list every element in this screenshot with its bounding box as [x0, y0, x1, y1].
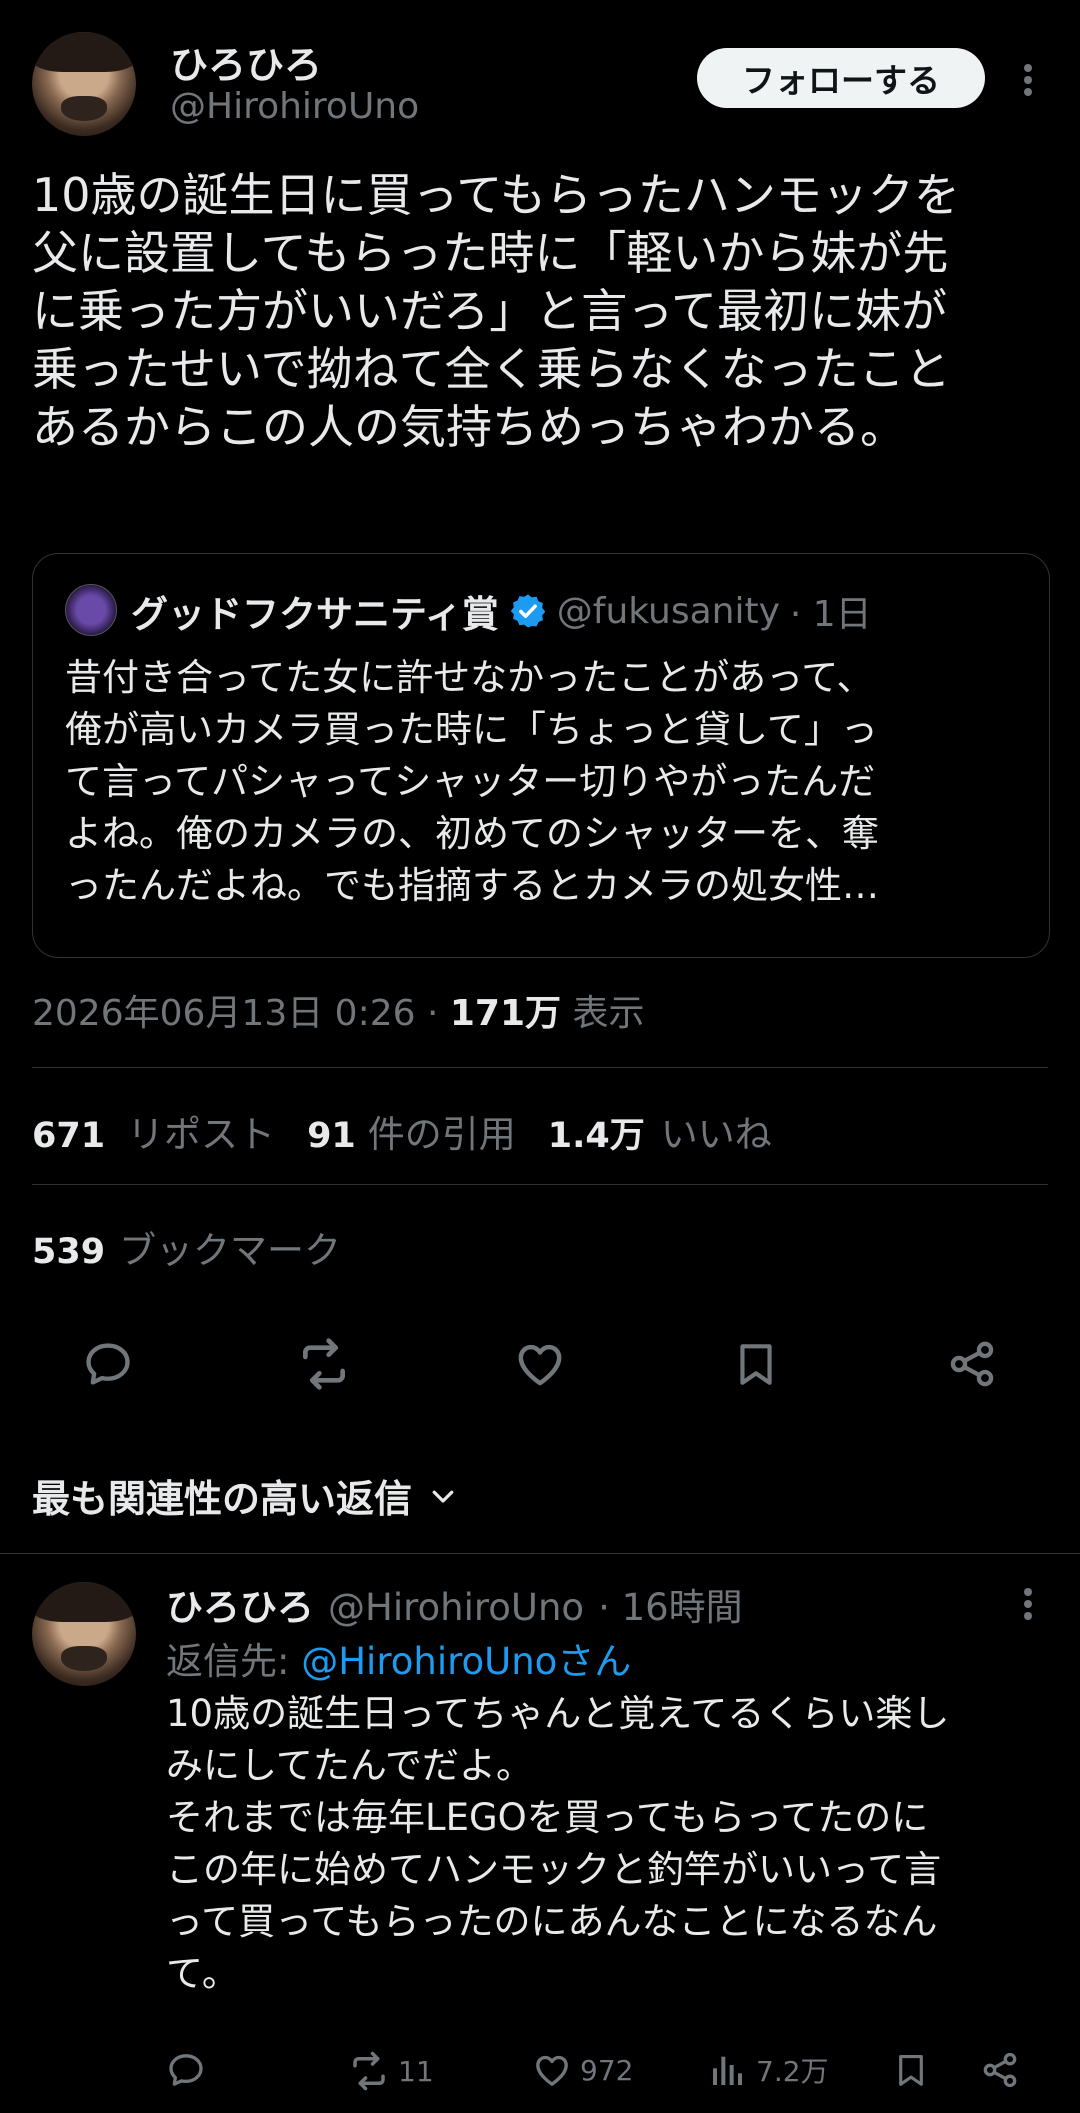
reply-like-count: 972 [580, 2053, 634, 2087]
more-options-icon[interactable] [1010, 50, 1046, 110]
reply-author-name[interactable]: ひろひろ [166, 1577, 314, 1631]
reply-share-button[interactable] [980, 2050, 1020, 2090]
reply-retweet-count: 11 [398, 2054, 434, 2088]
views-icon [713, 2056, 742, 2085]
quote-count[interactable]: 91 [307, 1116, 356, 1156]
reply-author-handle[interactable]: @HirohiroUno [328, 1586, 584, 1629]
retweet-icon [353, 2051, 385, 2091]
reply-to-line: 返信先: @HirohiroUnoさん [166, 1631, 631, 1685]
tweet-meta: 2026年06月13日 0:26 · 171万 表示 [32, 984, 645, 1036]
bookmark-icon[interactable] [728, 1336, 784, 1392]
divider [0, 1553, 1080, 1554]
replies-sort-dropdown[interactable]: 最も関連性の高い返信 [32, 1468, 458, 1523]
quoted-time: · 1日 [789, 594, 872, 635]
like-icon [536, 2055, 568, 2086]
share-icon[interactable] [944, 1336, 1000, 1392]
bookmark-stats: 539 ブックマーク [32, 1220, 341, 1274]
repost-label[interactable]: リポスト [127, 1104, 275, 1158]
chevron-down-icon [428, 1481, 458, 1511]
quoted-text: 昔付き合ってた女に許せなかったことがあって、 俺が高いカメラ買った時に「ちょっと… [65, 656, 879, 907]
quote-label[interactable]: 件の引用 [368, 1104, 516, 1158]
reply-reply-button[interactable] [166, 2050, 206, 2090]
view-label: 表示 [572, 993, 645, 1034]
verified-badge-icon [509, 592, 547, 630]
bookmark-icon [899, 2054, 923, 2086]
author-name[interactable]: ひろひろ [170, 34, 322, 89]
bookmark-count: 539 [32, 1232, 106, 1272]
engagement-stats: 671 リポスト 91 件の引用 1.4万 いいね [32, 1104, 772, 1158]
reply-views-button[interactable]: 7.2万 [708, 2050, 829, 2090]
reply-header: ひろひろ @HirohiroUno · 16時間 [166, 1577, 743, 1631]
follow-button[interactable]: フォローする [697, 48, 985, 108]
like-icon[interactable] [512, 1336, 568, 1392]
share-icon [983, 2052, 1017, 2088]
reply-retweet-button[interactable]: 11 [348, 2050, 434, 2092]
author-avatar[interactable] [32, 32, 136, 136]
quoted-author-handle: @fukusanity [556, 590, 780, 632]
retweet-icon[interactable] [296, 1336, 352, 1392]
reply-like-button[interactable]: 972 [532, 2050, 633, 2090]
divider [32, 1067, 1048, 1068]
tweet-text: 10歳の誕生日に買ってもらったハンモックを 父に設置してもらった時に「軽いから妹… [32, 168, 960, 454]
reply-icon [169, 2054, 203, 2086]
reply-time: · 16時間 [598, 1586, 743, 1629]
quoted-author-name: グッドフクサニティ賞 [131, 593, 499, 636]
replies-sort-label: 最も関連性の高い返信 [32, 1477, 413, 1521]
reply-to-link[interactable]: @HirohiroUnoさん [301, 1640, 631, 1683]
author-handle[interactable]: @HirohiroUno [170, 86, 419, 127]
reply-view-count: 7.2万 [756, 2055, 829, 2088]
reply-icon[interactable] [80, 1336, 136, 1392]
reply-more-options-icon[interactable] [1010, 1580, 1046, 1628]
reply-text: 10歳の誕生日ってちゃんと覚えてるくらい楽し みにしてたんでだよ。 それまでは毎… [166, 1692, 950, 1995]
reply-to-prefix: 返信先: [166, 1640, 302, 1683]
reply-author-avatar[interactable] [32, 1582, 136, 1686]
bookmark-label: ブックマーク [119, 1229, 342, 1272]
tweet-timestamp: 2026年06月13日 0:26 · [32, 993, 439, 1034]
like-label[interactable]: いいね [661, 1104, 772, 1158]
like-count[interactable]: 1.4万 [548, 1107, 645, 1158]
repost-count[interactable]: 671 [32, 1116, 105, 1156]
reply-bookmark-button[interactable] [892, 2050, 930, 2090]
divider [32, 1184, 1048, 1185]
view-count: 171万 [449, 993, 562, 1034]
quoted-avatar [65, 584, 117, 636]
quoted-tweet[interactable]: グッドフクサニティ賞 @fukusanity · 1日 昔付き合ってた女に許せな… [32, 553, 1050, 958]
